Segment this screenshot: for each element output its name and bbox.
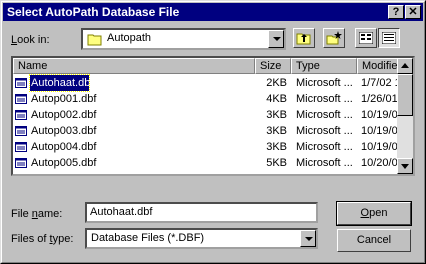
file-modified: 1/7/02 12: xyxy=(361,77,401,89)
lookin-value: Autopath xyxy=(107,32,152,44)
file-modified: 10/19/00 xyxy=(361,125,401,137)
database-file-icon xyxy=(15,110,27,120)
file-modified: 1/26/01 9 xyxy=(361,93,401,105)
lookin-dropdown[interactable]: Autopath xyxy=(81,28,286,50)
new-folder-button[interactable] xyxy=(323,28,345,48)
file-type: Microsoft ... xyxy=(296,93,353,105)
scrollbar-thumb[interactable] xyxy=(397,74,413,116)
lookin-label: Look in: xyxy=(11,34,50,46)
file-row[interactable]: Autop003.dbf 3KB Microsoft ... 10/19/00 xyxy=(13,123,401,139)
filetype-label: Files of type: xyxy=(11,233,74,245)
file-name: Autop005.dbf xyxy=(31,157,97,169)
up-one-level-button[interactable] xyxy=(293,28,315,48)
filetype-dropdown-arrow[interactable] xyxy=(300,230,316,247)
file-row[interactable]: Autohaat.dbf 2KB Microsoft ... 1/7/02 12… xyxy=(13,74,401,92)
file-name: Autop004.dbf xyxy=(31,141,97,153)
file-modified: 10/20/00 xyxy=(361,157,401,169)
column-header-type[interactable]: Type xyxy=(291,58,357,74)
file-row[interactable]: Autop002.dbf 3KB Microsoft ... 10/19/00 xyxy=(13,107,401,123)
database-file-icon xyxy=(15,142,27,152)
file-row[interactable]: Autop004.dbf 3KB Microsoft ... 10/19/00 xyxy=(13,139,401,155)
close-button[interactable]: ✕ xyxy=(405,5,421,19)
vertical-scrollbar[interactable] xyxy=(397,58,413,174)
window-title: Select AutoPath Database File xyxy=(7,5,180,19)
scroll-down-button[interactable] xyxy=(397,158,413,174)
file-modified: 10/19/00 xyxy=(361,141,401,153)
file-size: 3KB xyxy=(266,141,287,153)
column-header-size[interactable]: Size xyxy=(255,58,291,74)
filetype-value: Database Files (*.DBF) xyxy=(91,232,205,244)
file-size: 5KB xyxy=(266,157,287,169)
file-size: 3KB xyxy=(266,109,287,121)
database-file-icon xyxy=(15,158,27,168)
file-row[interactable]: Autop001.dbf 4KB Microsoft ... 1/26/01 9 xyxy=(13,91,401,107)
column-header-modified[interactable]: Modified xyxy=(357,58,401,74)
scroll-up-arrow-icon xyxy=(401,63,409,68)
database-file-icon xyxy=(15,126,27,136)
scroll-down-arrow-icon xyxy=(401,164,409,169)
scroll-up-button[interactable] xyxy=(397,58,413,74)
details-view-icon xyxy=(382,32,396,44)
file-size: 3KB xyxy=(266,125,287,137)
file-name: Autop001.dbf xyxy=(31,93,97,105)
up-folder-icon xyxy=(296,33,311,45)
file-type: Microsoft ... xyxy=(296,157,353,169)
lookin-dropdown-arrow[interactable] xyxy=(268,30,284,48)
file-name: Autop002.dbf xyxy=(31,109,97,121)
help-button[interactable]: ? xyxy=(388,5,404,19)
database-file-icon xyxy=(15,94,27,104)
file-type: Microsoft ... xyxy=(296,125,353,137)
file-type: Microsoft ... xyxy=(296,77,353,89)
file-modified: 10/19/00 xyxy=(361,109,401,121)
file-row[interactable]: Autop005.dbf 5KB Microsoft ... 10/20/00 xyxy=(13,155,401,171)
folder-icon xyxy=(87,34,102,46)
title-bar[interactable]: Select AutoPath Database File ? ✕ xyxy=(3,3,423,21)
file-size: 2KB xyxy=(266,77,287,89)
list-view-icon xyxy=(359,32,373,44)
file-size: 4KB xyxy=(266,93,287,105)
dialog-window: Select AutoPath Database File ? ✕ Look i… xyxy=(0,0,426,264)
cancel-button[interactable]: Cancel xyxy=(337,229,411,252)
new-folder-icon xyxy=(326,31,342,45)
list-view-button[interactable] xyxy=(355,28,377,48)
column-header-name[interactable]: Name xyxy=(13,58,255,74)
filename-label: File name: xyxy=(11,208,63,220)
filename-input[interactable]: Autohaat.dbf xyxy=(85,202,318,223)
details-view-button[interactable] xyxy=(378,28,400,48)
filetype-dropdown[interactable]: Database Files (*.DBF) xyxy=(85,228,318,249)
file-list[interactable]: Name Size Type Modified Autohaat.dbf 2KB… xyxy=(11,56,415,176)
filename-value: Autohaat.dbf xyxy=(90,206,153,218)
file-type: Microsoft ... xyxy=(296,141,353,153)
database-file-icon xyxy=(15,78,27,88)
file-name: Autop003.dbf xyxy=(31,125,97,137)
open-button[interactable]: Open xyxy=(336,201,412,226)
file-type: Microsoft ... xyxy=(296,109,353,121)
file-name: Autohaat.dbf xyxy=(29,74,90,92)
